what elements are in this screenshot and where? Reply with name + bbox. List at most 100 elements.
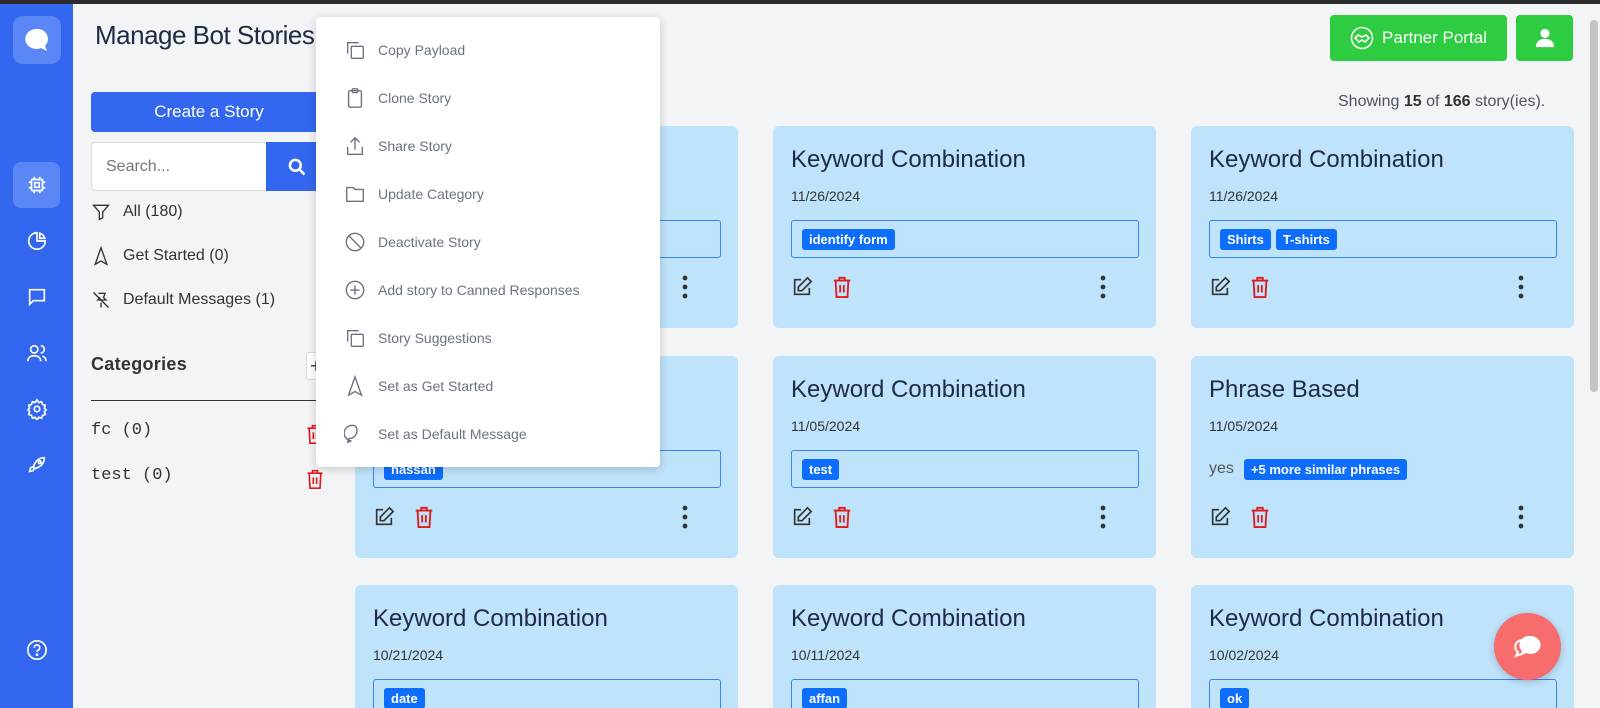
navigation-arrow-icon — [93, 246, 109, 266]
story-title: Keyword Combination — [791, 376, 1026, 403]
chat-logo-icon — [25, 28, 48, 51]
tag-box: affan — [791, 679, 1139, 708]
keyword-tag: date — [384, 687, 425, 708]
trash-icon[interactable] — [831, 505, 853, 529]
handshake-icon — [1350, 26, 1374, 50]
more-options-icon[interactable] — [1515, 504, 1527, 530]
more-options-icon[interactable] — [679, 274, 691, 300]
trash-icon[interactable] — [1249, 505, 1271, 529]
filter-icon — [92, 204, 110, 221]
chat-bubbles-icon — [1513, 635, 1541, 658]
edit-icon[interactable] — [373, 506, 395, 528]
chat-widget-button[interactable] — [1494, 613, 1561, 680]
keyword-tag: ok — [1220, 687, 1250, 708]
story-title: Keyword Combination — [791, 146, 1026, 173]
partner-portal-button[interactable]: Partner Portal — [1330, 15, 1507, 61]
rocket-icon — [28, 456, 45, 473]
trash-icon[interactable] — [1249, 275, 1271, 299]
window-top-border — [0, 0, 1600, 4]
keyword-tag: test — [802, 458, 840, 480]
filter-all-label: All (180) — [123, 203, 183, 220]
category-item[interactable]: test (0) — [91, 466, 173, 485]
user-profile-button[interactable] — [1516, 15, 1573, 61]
keyword-tag: T-shirts — [1275, 228, 1337, 250]
story-card[interactable]: Keyword Combination 11/26/2024 identify … — [773, 126, 1156, 328]
category-item[interactable]: fc (0) — [91, 421, 152, 440]
story-date: 11/26/2024 — [791, 188, 861, 204]
app-rail — [0, 4, 73, 708]
edit-icon[interactable] — [1209, 506, 1231, 528]
page-title: Manage Bot Stories — [95, 20, 315, 50]
edit-icon[interactable] — [791, 276, 813, 298]
partner-portal-label: Partner Portal — [1382, 28, 1487, 47]
more-options-icon[interactable] — [1097, 274, 1109, 300]
create-story-button[interactable]: Create a Story — [91, 92, 327, 132]
more-options-icon[interactable] — [1097, 504, 1109, 530]
gear-icon — [26, 398, 47, 420]
summary-total: 166 — [1443, 93, 1471, 110]
clone-story-highlight — [316, 17, 660, 467]
categories-divider — [91, 400, 327, 401]
phrase-text: yes — [1209, 460, 1234, 477]
story-title: Keyword Combination — [1209, 605, 1444, 632]
story-card[interactable]: Phrase Based 11/05/2024 yes +5 more simi… — [1191, 356, 1574, 558]
nav-bot-stories[interactable] — [13, 162, 60, 208]
story-title: Keyword Combination — [791, 605, 1026, 632]
search-icon — [288, 158, 305, 175]
tag-box: date — [373, 679, 721, 708]
trash-icon[interactable] — [413, 505, 435, 529]
summary-suffix: story(ies). — [1470, 93, 1546, 110]
summary-shown: 15 — [1403, 93, 1422, 110]
nav-launch[interactable] — [13, 442, 60, 488]
story-count-summary: Showing 15 of 166 story(ies). — [1338, 93, 1545, 111]
nav-users[interactable] — [13, 330, 60, 376]
story-card[interactable]: Keyword Combination 11/05/2024 test — [773, 356, 1156, 558]
story-date: 11/26/2024 — [1209, 188, 1279, 204]
story-date: 11/05/2024 — [791, 418, 861, 434]
story-date: 11/05/2024 — [1209, 418, 1279, 434]
trash-icon[interactable] — [831, 275, 853, 299]
story-title: Keyword Combination — [373, 605, 608, 632]
user-icon — [1535, 28, 1554, 48]
story-card[interactable]: Keyword Combination 10/11/2024 affan — [773, 585, 1156, 708]
search-input[interactable] — [91, 142, 267, 191]
edit-icon[interactable] — [1209, 276, 1231, 298]
tag-box: identify form — [791, 220, 1139, 258]
story-card[interactable]: Keyword Combination 10/21/2024 date — [355, 585, 738, 708]
delete-category-icon[interactable] — [305, 468, 325, 490]
phrase-row: yes +5 more similar phrases — [1209, 450, 1408, 488]
keyword-tag: Shirts — [1220, 228, 1271, 250]
keyword-tag: affan — [802, 687, 848, 708]
summary-prefix: Showing — [1338, 93, 1404, 110]
filter-default-messages[interactable]: Default Messages (1) — [91, 290, 275, 310]
more-options-icon[interactable] — [679, 504, 691, 530]
users-icon — [26, 344, 47, 362]
cpu-icon — [28, 176, 45, 194]
nav-help[interactable] — [13, 627, 60, 673]
more-options-icon[interactable] — [1515, 274, 1527, 300]
pie-chart-icon — [27, 231, 46, 251]
pin-off-icon — [93, 292, 109, 308]
filter-all[interactable]: All (180) — [91, 202, 183, 222]
filter-get-started-label: Get Started (0) — [123, 247, 229, 264]
summary-middle: of — [1421, 93, 1444, 110]
filter-get-started[interactable]: Get Started (0) — [91, 246, 229, 266]
tag-box: Shirts T-shirts — [1209, 220, 1557, 258]
message-square-icon — [28, 288, 45, 307]
nav-settings[interactable] — [13, 386, 60, 432]
page-scrollbar[interactable] — [1590, 20, 1598, 392]
story-title: Keyword Combination — [1209, 146, 1444, 173]
story-date: 10/11/2024 — [791, 647, 861, 663]
nav-conversations[interactable] — [13, 274, 60, 320]
help-circle-icon — [26, 640, 47, 660]
app-logo[interactable] — [13, 16, 61, 64]
more-phrases-tag[interactable]: +5 more similar phrases — [1243, 458, 1408, 480]
nav-analytics[interactable] — [13, 218, 60, 264]
story-date: 10/21/2024 — [373, 647, 444, 663]
filter-default-messages-label: Default Messages (1) — [123, 291, 276, 308]
edit-icon[interactable] — [791, 506, 813, 528]
story-date: 10/02/2024 — [1209, 647, 1280, 663]
keyword-tag: identify form — [802, 228, 895, 250]
story-card[interactable]: Keyword Combination 11/26/2024 Shirts T-s… — [1191, 126, 1574, 328]
tag-box: test — [791, 450, 1139, 488]
